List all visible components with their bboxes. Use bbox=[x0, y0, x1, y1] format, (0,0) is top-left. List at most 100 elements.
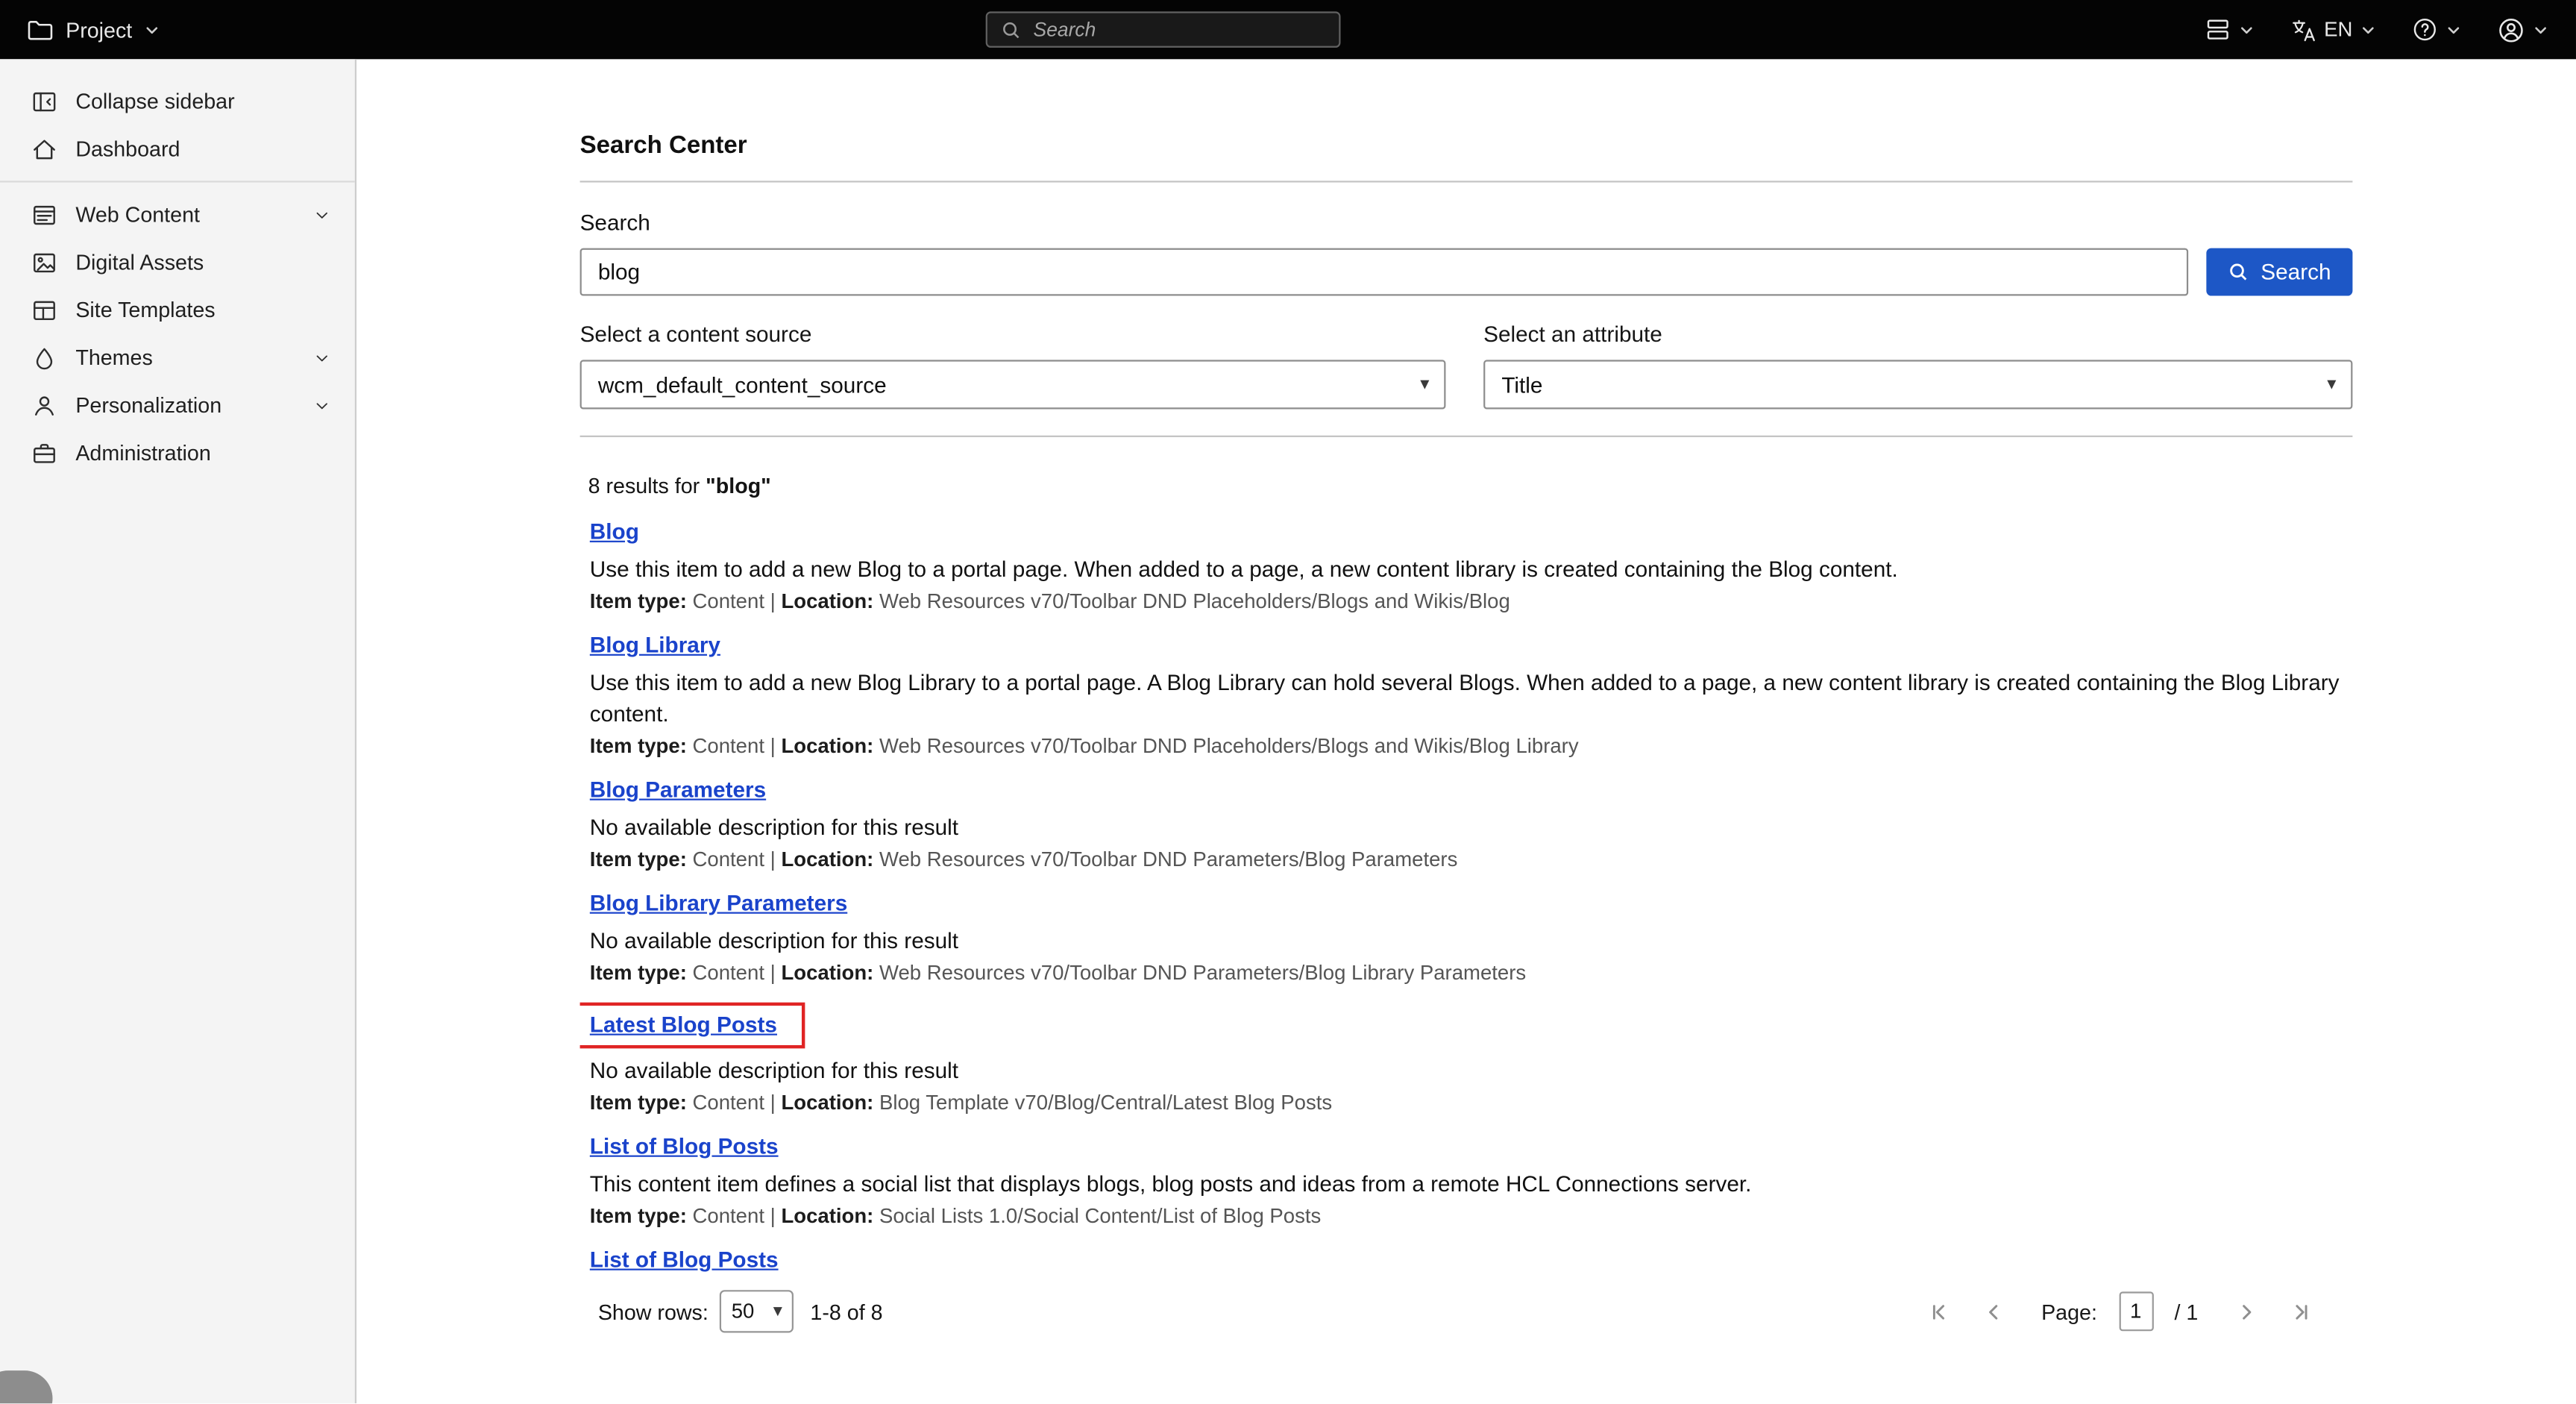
result-title-box: Blog bbox=[590, 518, 639, 548]
language-label: EN bbox=[2324, 18, 2352, 41]
select-labels-row: Select a content source Select an attrib… bbox=[580, 322, 2353, 347]
meta-separator: | bbox=[770, 962, 776, 985]
dashboard-icon bbox=[31, 136, 57, 162]
location-label: Location: bbox=[776, 735, 874, 758]
folder-icon bbox=[26, 16, 54, 43]
help-menu[interactable] bbox=[2412, 16, 2463, 43]
result-link[interactable]: Blog Library bbox=[590, 633, 720, 657]
result-meta: Item type: Content | Location: Blog Temp… bbox=[590, 1091, 2353, 1115]
location-value: Social Lists 1.0/Social Content/List of … bbox=[873, 1205, 1321, 1228]
sidebar-item-digital-assets[interactable]: Digital Assets bbox=[0, 238, 355, 286]
item-type-label: Item type: bbox=[590, 1205, 687, 1228]
result-meta: Item type: Content | Location: Web Resou… bbox=[590, 848, 2353, 871]
show-rows-select[interactable]: 50 ▾ bbox=[720, 1290, 794, 1332]
result-title-box: List of Blog Posts bbox=[590, 1132, 779, 1162]
result-description: No available description for this result bbox=[590, 925, 2353, 956]
result-description: Use this item to add a new Blog Library … bbox=[590, 667, 2353, 730]
result-title-box: Blog Library Parameters bbox=[590, 889, 847, 919]
attribute-select[interactable]: Title ▾ bbox=[1483, 360, 2352, 409]
result-description: This content item defines a social list … bbox=[590, 1168, 2353, 1200]
content-source-value: wcm_default_content_source bbox=[598, 372, 887, 397]
result-title-box: Latest Blog Posts bbox=[580, 1003, 805, 1049]
chevron-down-icon: ▾ bbox=[2327, 375, 2336, 393]
chevron-down-icon bbox=[2445, 21, 2463, 39]
meta-separator: | bbox=[770, 735, 776, 758]
sidebar-divider bbox=[0, 181, 355, 182]
content-source-select[interactable]: wcm_default_content_source ▾ bbox=[580, 360, 1446, 409]
item-type-label: Item type: bbox=[590, 735, 687, 758]
result-description: Use this item to add a new Blog to a por… bbox=[590, 554, 2353, 585]
results-summary: 8 results for "blog" bbox=[580, 473, 2353, 498]
digital-assets-icon bbox=[31, 249, 57, 275]
item-type-label: Item type: bbox=[590, 1091, 687, 1115]
location-label: Location: bbox=[776, 1091, 874, 1115]
chevron-down-icon bbox=[144, 21, 162, 39]
chevron-down-icon bbox=[2532, 21, 2550, 39]
project-menu[interactable]: Project bbox=[26, 0, 162, 59]
search-result: Blog Library Use this item to add a new … bbox=[590, 631, 2353, 758]
search-input[interactable] bbox=[580, 248, 2189, 296]
item-type-label: Item type: bbox=[590, 848, 687, 871]
user-menu[interactable] bbox=[2497, 16, 2549, 43]
search-result: Blog Use this item to add a new Blog to … bbox=[590, 518, 2353, 613]
first-page-button[interactable] bbox=[1920, 1291, 1959, 1331]
result-link[interactable]: Blog Library Parameters bbox=[590, 891, 847, 915]
sidebar: Collapse sidebar Dashboard Web Content D… bbox=[0, 59, 356, 1403]
result-link[interactable]: List of Blog Posts bbox=[590, 1247, 779, 1272]
content-source-label: Select a content source bbox=[580, 322, 1484, 347]
sidebar-item-web-content[interactable]: Web Content bbox=[0, 191, 355, 239]
sidebar-item-themes[interactable]: Themes bbox=[0, 333, 355, 381]
sites-menu[interactable] bbox=[2204, 16, 2255, 43]
themes-icon bbox=[31, 344, 57, 370]
main-content: Search Center Search Search Select a con… bbox=[580, 59, 2353, 1332]
project-label: Project bbox=[66, 17, 132, 42]
result-link[interactable]: List of Blog Posts bbox=[590, 1134, 779, 1159]
language-menu[interactable]: EN bbox=[2290, 16, 2378, 43]
result-link[interactable]: Latest Blog Posts bbox=[590, 1012, 777, 1037]
sidebar-item-label: Web Content bbox=[75, 202, 294, 227]
sidebar-item-site-templates[interactable]: Site Templates bbox=[0, 286, 355, 333]
search-field-label: Search bbox=[580, 210, 2353, 235]
search-result: Latest Blog Posts No available descripti… bbox=[590, 1003, 2353, 1115]
chevron-down-icon: ▾ bbox=[1420, 375, 1429, 393]
location-value: Web Resources v70/Toolbar DND Parameters… bbox=[873, 848, 1457, 871]
result-link[interactable]: Blog bbox=[590, 519, 639, 544]
search-result: List of Blog Posts bbox=[590, 1246, 2353, 1276]
personalization-icon bbox=[31, 392, 57, 418]
topbar-search[interactable] bbox=[986, 11, 1341, 47]
result-link[interactable]: Blog Parameters bbox=[590, 777, 766, 802]
sidebar-item-label: Themes bbox=[75, 345, 294, 370]
search-button[interactable]: Search bbox=[2206, 248, 2352, 296]
result-description: No available description for this result bbox=[590, 812, 2353, 843]
item-type-label: Item type: bbox=[590, 962, 687, 985]
location-value: Web Resources v70/Toolbar DND Parameters… bbox=[873, 962, 1526, 985]
search-icon bbox=[1001, 19, 1022, 40]
divider bbox=[580, 181, 2353, 182]
search-result: Blog Library Parameters No available des… bbox=[590, 889, 2353, 985]
sidebar-item-label: Collapse sidebar bbox=[75, 89, 332, 113]
result-meta: Item type: Content | Location: Web Resou… bbox=[590, 735, 2353, 758]
avatar-icon bbox=[2497, 16, 2525, 43]
sidebar-item-personalization[interactable]: Personalization bbox=[0, 381, 355, 429]
chevron-down-icon bbox=[312, 395, 332, 415]
next-page-button[interactable] bbox=[2226, 1291, 2266, 1331]
prev-page-button[interactable] bbox=[1974, 1291, 2014, 1331]
topbar-search-input[interactable] bbox=[1034, 18, 1326, 41]
last-page-button[interactable] bbox=[2280, 1291, 2319, 1331]
item-type-value: Content bbox=[687, 848, 770, 871]
sidebar-item-collapse-sidebar[interactable]: Collapse sidebar bbox=[0, 78, 355, 125]
page-input[interactable] bbox=[2119, 1291, 2153, 1331]
results-summary-prefix: 8 results for bbox=[588, 473, 706, 498]
meta-separator: | bbox=[770, 1205, 776, 1228]
location-value: Blog Template v70/Blog/Central/Latest Bl… bbox=[873, 1091, 1332, 1115]
list-footer: Show rows: 50 ▾ 1-8 of 8 Page: / 1 bbox=[580, 1290, 2353, 1332]
show-rows-value: 50 bbox=[732, 1300, 755, 1323]
search-result: List of Blog Posts This content item def… bbox=[590, 1132, 2353, 1228]
chevron-down-icon bbox=[312, 204, 332, 224]
divider bbox=[580, 436, 2353, 437]
location-label: Location: bbox=[776, 848, 874, 871]
location-label: Location: bbox=[776, 962, 874, 985]
chevron-down-icon bbox=[2359, 21, 2377, 39]
sidebar-item-administration[interactable]: Administration bbox=[0, 429, 355, 477]
sidebar-item-dashboard[interactable]: Dashboard bbox=[0, 125, 355, 172]
